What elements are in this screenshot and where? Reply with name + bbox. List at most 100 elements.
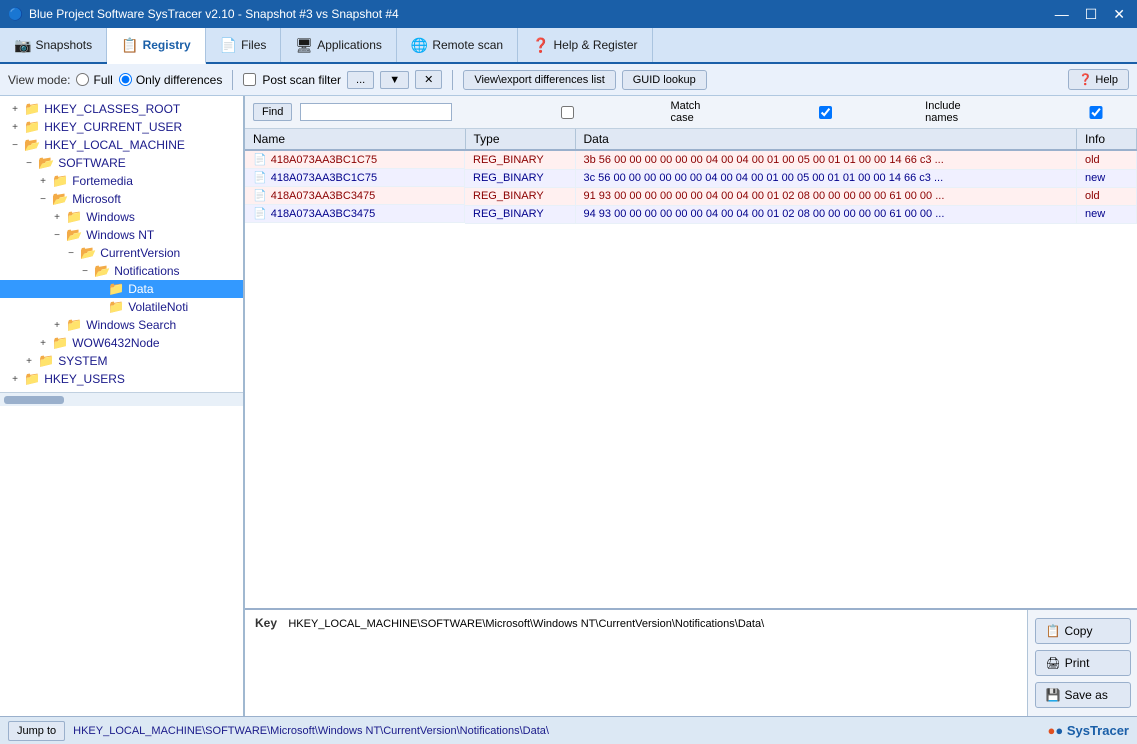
key-value: HKEY_LOCAL_MACHINE\SOFTWARE\Microsoft\Wi… — [288, 618, 764, 630]
tree-item-system[interactable]: + 📁 SYSTEM — [0, 352, 243, 370]
tab-registry[interactable]: 📋 Registry — [107, 28, 205, 64]
view-mode-full-group: Full — [76, 73, 112, 87]
tree-item-hkey-current-user[interactable]: + 📁 HKEY_CURRENT_USER — [0, 118, 243, 136]
tree-item-fortemedia[interactable]: + 📁 Fortemedia — [0, 172, 243, 190]
view-mode-diff-radio[interactable] — [119, 73, 132, 86]
table-row[interactable]: 📄 418A073AA3BC3475 REG_BINARY 91 93 00 0… — [245, 187, 1137, 205]
cell-info: old — [1077, 150, 1137, 169]
bottom-section: Key HKEY_LOCAL_MACHINE\SOFTWARE\Microsof… — [245, 608, 1137, 716]
tab-applications[interactable]: 🖥 Applications — [281, 28, 397, 62]
include-names-label: Include names — [925, 100, 988, 124]
expand-hkey-local-machine[interactable]: − — [8, 140, 22, 151]
col-header-type[interactable]: Type — [465, 129, 575, 150]
expand-wow6432node[interactable]: + — [36, 338, 50, 349]
tab-remote-scan[interactable]: 🌐 Remote scan — [397, 28, 518, 62]
expand-microsoft[interactable]: − — [36, 194, 50, 205]
table-row[interactable]: 📄 418A073AA3BC1C75 REG_BINARY 3c 56 00 0… — [245, 169, 1137, 187]
row-icon: 📄 — [253, 153, 267, 166]
expand-hkey-users[interactable]: + — [8, 374, 22, 385]
clear-filter-button[interactable]: ✕ — [415, 70, 442, 89]
search-input[interactable] — [300, 103, 452, 121]
tree-horizontal-scrollbar[interactable] — [0, 392, 243, 406]
expand-volatile-noti[interactable] — [92, 302, 106, 313]
expand-system[interactable]: + — [22, 356, 36, 367]
tree-item-notifications[interactable]: − 📂 Notifications — [0, 262, 243, 280]
expand-data[interactable] — [92, 284, 106, 295]
view-mode-full-radio[interactable] — [76, 73, 89, 86]
col-header-name[interactable]: Name — [245, 129, 465, 150]
cell-data: 94 93 00 00 00 00 00 00 04 00 04 00 01 0… — [575, 205, 1077, 223]
files-tab-label: Files — [241, 38, 266, 52]
tree-item-hkey-users[interactable]: + 📁 HKEY_USERS — [0, 370, 243, 388]
tree-item-hkey-classes-root[interactable]: + 📁 HKEY_CLASSES_ROOT — [0, 100, 243, 118]
col-header-data[interactable]: Data — [575, 129, 1077, 150]
folder-icon-fortemedia: 📁 — [52, 173, 68, 189]
expand-software[interactable]: − — [22, 158, 36, 169]
print-button[interactable]: 🖨 Print — [1035, 650, 1131, 676]
copy-button[interactable]: 📋 Copy — [1035, 618, 1131, 644]
tree-item-current-version[interactable]: − 📂 CurrentVersion — [0, 244, 243, 262]
folder-icon-current-user: 📁 — [24, 119, 40, 135]
guid-lookup-button[interactable]: GUID lookup — [622, 70, 707, 90]
folder-icon-windows-nt: 📂 — [66, 227, 82, 243]
filter-button[interactable]: ▼ — [380, 71, 409, 89]
key-panel: Key HKEY_LOCAL_MACHINE\SOFTWARE\Microsof… — [245, 610, 1027, 716]
tree-scroll-thumb[interactable] — [4, 396, 64, 404]
expand-windows-search[interactable]: + — [50, 320, 64, 331]
tree-item-volatile-noti[interactable]: 📁 VolatileNoti — [0, 298, 243, 316]
match-case-checkbox[interactable] — [468, 106, 667, 119]
expand-windows[interactable]: + — [50, 212, 64, 223]
tree-item-software[interactable]: − 📂 SOFTWARE — [0, 154, 243, 172]
cell-name: 📄 418A073AA3BC3475 — [245, 187, 465, 205]
title-bar-controls: — ☐ ✕ — [1051, 6, 1129, 23]
tab-files[interactable]: 📄 Files — [206, 28, 282, 62]
toolbar-sep-2 — [452, 70, 453, 90]
maximize-button[interactable]: ☐ — [1081, 6, 1102, 23]
tree-label-software: SOFTWARE — [58, 156, 126, 170]
print-label: Print — [1065, 656, 1090, 670]
tree-label-notifications: Notifications — [114, 264, 179, 278]
tab-snapshots[interactable]: 📷 Snapshots — [0, 28, 107, 62]
expand-current-version[interactable]: − — [64, 248, 78, 259]
close-button[interactable]: ✕ — [1109, 6, 1129, 23]
dots-button[interactable]: ... — [347, 71, 374, 89]
expand-hkey-classes-root[interactable]: + — [8, 104, 22, 115]
col-header-info[interactable]: Info — [1077, 129, 1137, 150]
view-export-button[interactable]: View\export differences list — [463, 70, 615, 90]
table-row[interactable]: 📄 418A073AA3BC3475 REG_BINARY 94 93 00 0… — [245, 205, 1137, 223]
find-button[interactable]: Find — [253, 103, 292, 121]
print-icon: 🖨 — [1046, 656, 1061, 670]
post-scan-filter-checkbox[interactable] — [243, 73, 256, 86]
row-icon: 📄 — [253, 189, 267, 202]
tree-label-current-version: CurrentVersion — [100, 246, 180, 260]
folder-icon-system: 📁 — [38, 353, 54, 369]
cell-data: 3c 56 00 00 00 00 00 00 04 00 04 00 01 0… — [575, 169, 1077, 187]
row-icon: 📄 — [253, 207, 267, 220]
table-row[interactable]: 📄 418A073AA3BC1C75 REG_BINARY 3b 56 00 0… — [245, 150, 1137, 169]
status-logo: ●● SysTracer — [1048, 723, 1130, 738]
applications-tab-label: Applications — [317, 38, 382, 52]
include-names-checkbox[interactable] — [729, 106, 922, 119]
save-as-button[interactable]: 💾 Save as — [1035, 682, 1131, 708]
tab-help-register[interactable]: ❓ Help & Register — [518, 28, 652, 62]
minimize-button[interactable]: — — [1051, 6, 1073, 23]
expand-windows-nt[interactable]: − — [50, 230, 64, 241]
expand-notifications[interactable]: − — [78, 266, 92, 277]
jump-to-button[interactable]: Jump to — [8, 721, 65, 741]
expand-fortemedia[interactable]: + — [36, 176, 50, 187]
folder-icon-local-machine: 📂 — [24, 137, 40, 153]
tree-item-windows-nt[interactable]: − 📂 Windows NT — [0, 226, 243, 244]
tree-item-windows-search[interactable]: + 📁 Windows Search — [0, 316, 243, 334]
help-button[interactable]: ❓ Help — [1068, 69, 1129, 90]
data-table: Name Type Data Info 📄 418A073AA3BC1C75 R… — [245, 129, 1137, 608]
cell-info: new — [1077, 169, 1137, 187]
tree-item-hkey-local-machine[interactable]: − 📂 HKEY_LOCAL_MACHINE — [0, 136, 243, 154]
expand-hkey-current-user[interactable]: + — [8, 122, 22, 133]
tree-item-data[interactable]: 📁 Data — [0, 280, 243, 298]
tree-item-microsoft[interactable]: − 📂 Microsoft — [0, 190, 243, 208]
tree-item-wow6432node[interactable]: + 📁 WOW6432Node — [0, 334, 243, 352]
cell-type: REG_BINARY — [465, 169, 575, 187]
include-keys-checkbox[interactable] — [996, 106, 1137, 119]
tree-item-windows[interactable]: + 📁 Windows — [0, 208, 243, 226]
folder-icon-hkey-users: 📁 — [24, 371, 40, 387]
